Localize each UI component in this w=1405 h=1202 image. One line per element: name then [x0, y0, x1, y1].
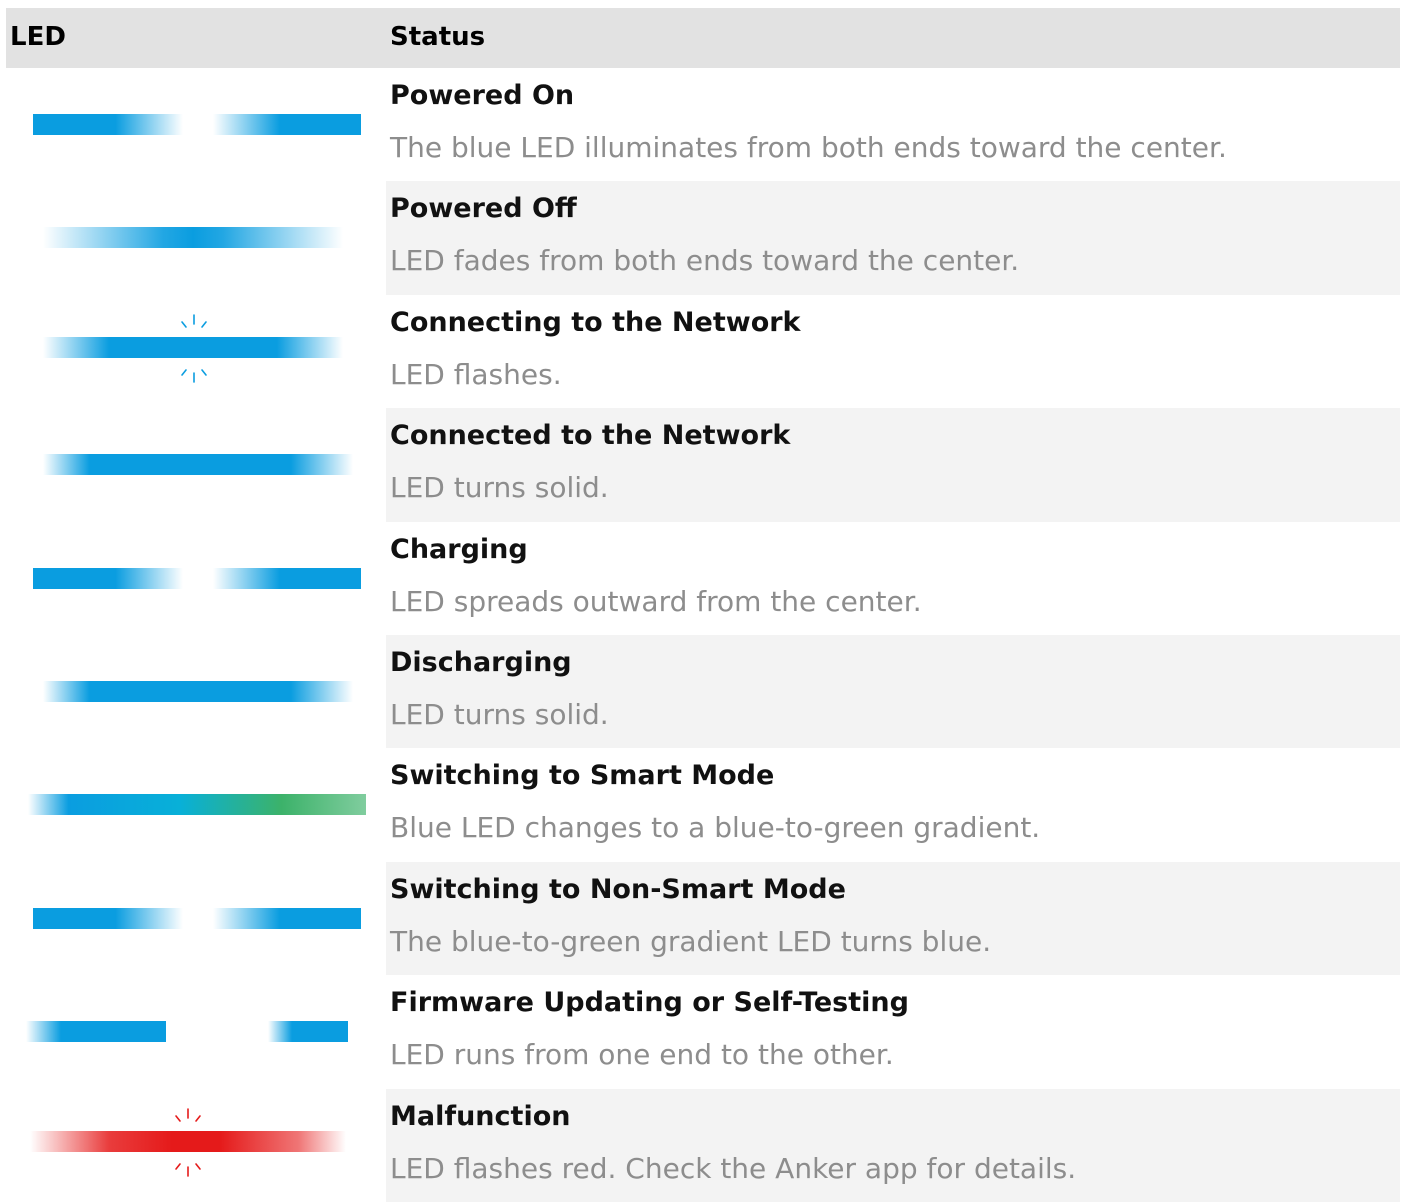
status-description: Blue LED changes to a blue-to-green grad…: [390, 811, 1041, 845]
status-cell: Connecting to the Network LED flashes.: [386, 295, 1400, 408]
led-bar-left: [33, 114, 183, 135]
status-cell: Switching to Smart Mode Blue LED changes …: [386, 748, 1400, 861]
led-bar-right: [213, 567, 361, 589]
table-row: Charging LED spreads outward from the cen…: [6, 522, 1400, 635]
led-bar: [43, 227, 343, 249]
table-row: Powered Off LED fades from both ends towa…: [6, 181, 1400, 295]
led-bar: [28, 794, 366, 816]
table-row: Discharging LED turns solid.: [6, 634, 1400, 749]
led-indicator: [6, 748, 386, 861]
led-bar-left: [33, 907, 183, 929]
led-icon: [28, 794, 366, 816]
header-led-label: LED: [10, 22, 66, 52]
status-description: LED flashes.: [390, 357, 562, 391]
status-title: Connecting to the Network: [390, 306, 801, 338]
table-row: Connected to the Network LED turns solid.: [6, 408, 1400, 522]
status-cell: Charging LED spreads outward from the cen…: [386, 522, 1400, 635]
led-bar-right: [213, 114, 361, 135]
header-status-label: Status: [390, 22, 486, 52]
table-body: Powered On The blue LED illuminates from …: [6, 68, 1400, 1202]
status-description: LED flashes red. Check the Anker app for…: [390, 1151, 1077, 1185]
status-title: Firmware Updating or Self-Testing: [390, 987, 909, 1019]
status-description: LED fades from both ends toward the cent…: [390, 244, 1020, 278]
led-indicator: [6, 635, 386, 748]
status-description: The blue LED illuminates from both ends …: [390, 131, 1227, 164]
led-indicator: [6, 295, 386, 408]
status-title: Powered Off: [390, 193, 577, 225]
led-bar-right: [213, 907, 361, 929]
led-bar: [43, 680, 353, 702]
led-icon: [43, 454, 353, 476]
led-bar-right: [268, 1021, 348, 1043]
status-cell: Discharging LED turns solid.: [386, 634, 1400, 749]
status-cell: Malfunction LED flashes red. Check the An…: [386, 1088, 1400, 1202]
led-icon: [33, 567, 361, 589]
status-title: Discharging: [390, 646, 572, 678]
table-row: Switching to Smart Mode Blue LED changes …: [6, 748, 1400, 861]
led-indicator: [6, 862, 386, 975]
led-indicator: [6, 522, 386, 635]
led-icon: [33, 114, 361, 135]
status-title: Switching to Non-Smart Mode: [390, 873, 846, 905]
led-indicator: [6, 975, 386, 1088]
led-icon: [43, 313, 343, 383]
led-bar: [30, 1130, 346, 1152]
led-status-table: LED Status Powered On The blue LED illumi…: [6, 8, 1400, 1202]
led-bar: [43, 454, 353, 476]
led-indicator: [6, 408, 386, 521]
status-description: LED turns solid.: [390, 471, 609, 505]
status-description: LED runs from one end to the other.: [390, 1038, 894, 1072]
led-indicator: [6, 68, 386, 181]
led-icon: [33, 907, 361, 929]
led-icon: [43, 680, 353, 702]
led-icon: [26, 1021, 348, 1043]
table-row: Switching to Non-Smart Mode The blue-to-g…: [6, 861, 1400, 976]
status-cell: Powered Off LED fades from both ends towa…: [386, 181, 1400, 295]
status-description: The blue-to-green gradient LED turns blu…: [390, 924, 992, 958]
status-cell: Switching to Non-Smart Mode The blue-to-g…: [386, 861, 1400, 976]
status-description: LED spreads outward from the center.: [390, 584, 922, 618]
status-title: Malfunction: [390, 1100, 571, 1132]
table-row: Malfunction LED flashes red. Check the An…: [6, 1088, 1400, 1202]
led-bar-left: [26, 1021, 166, 1043]
led-icon: [43, 227, 343, 249]
led-icon: [30, 1107, 346, 1177]
status-title: Powered On: [390, 80, 575, 111]
table-row: Powered On The blue LED illuminates from …: [6, 68, 1400, 181]
led-bar-left: [33, 567, 183, 589]
table-header: LED Status: [6, 8, 1400, 68]
status-title: Connected to the Network: [390, 420, 791, 452]
status-description: LED turns solid.: [390, 697, 609, 731]
led-indicator: [6, 1089, 386, 1202]
status-cell: Powered On The blue LED illuminates from …: [386, 68, 1400, 181]
led-bar: [43, 336, 343, 358]
status-title: Switching to Smart Mode: [390, 760, 775, 792]
status-cell: Connected to the Network LED turns solid.: [386, 408, 1400, 522]
table-row: Connecting to the Network LED flashes.: [6, 295, 1400, 408]
status-cell: Firmware Updating or Self-Testing LED run…: [386, 975, 1400, 1088]
led-indicator: [6, 181, 386, 294]
status-title: Charging: [390, 533, 528, 565]
table-row: Firmware Updating or Self-Testing LED run…: [6, 975, 1400, 1088]
